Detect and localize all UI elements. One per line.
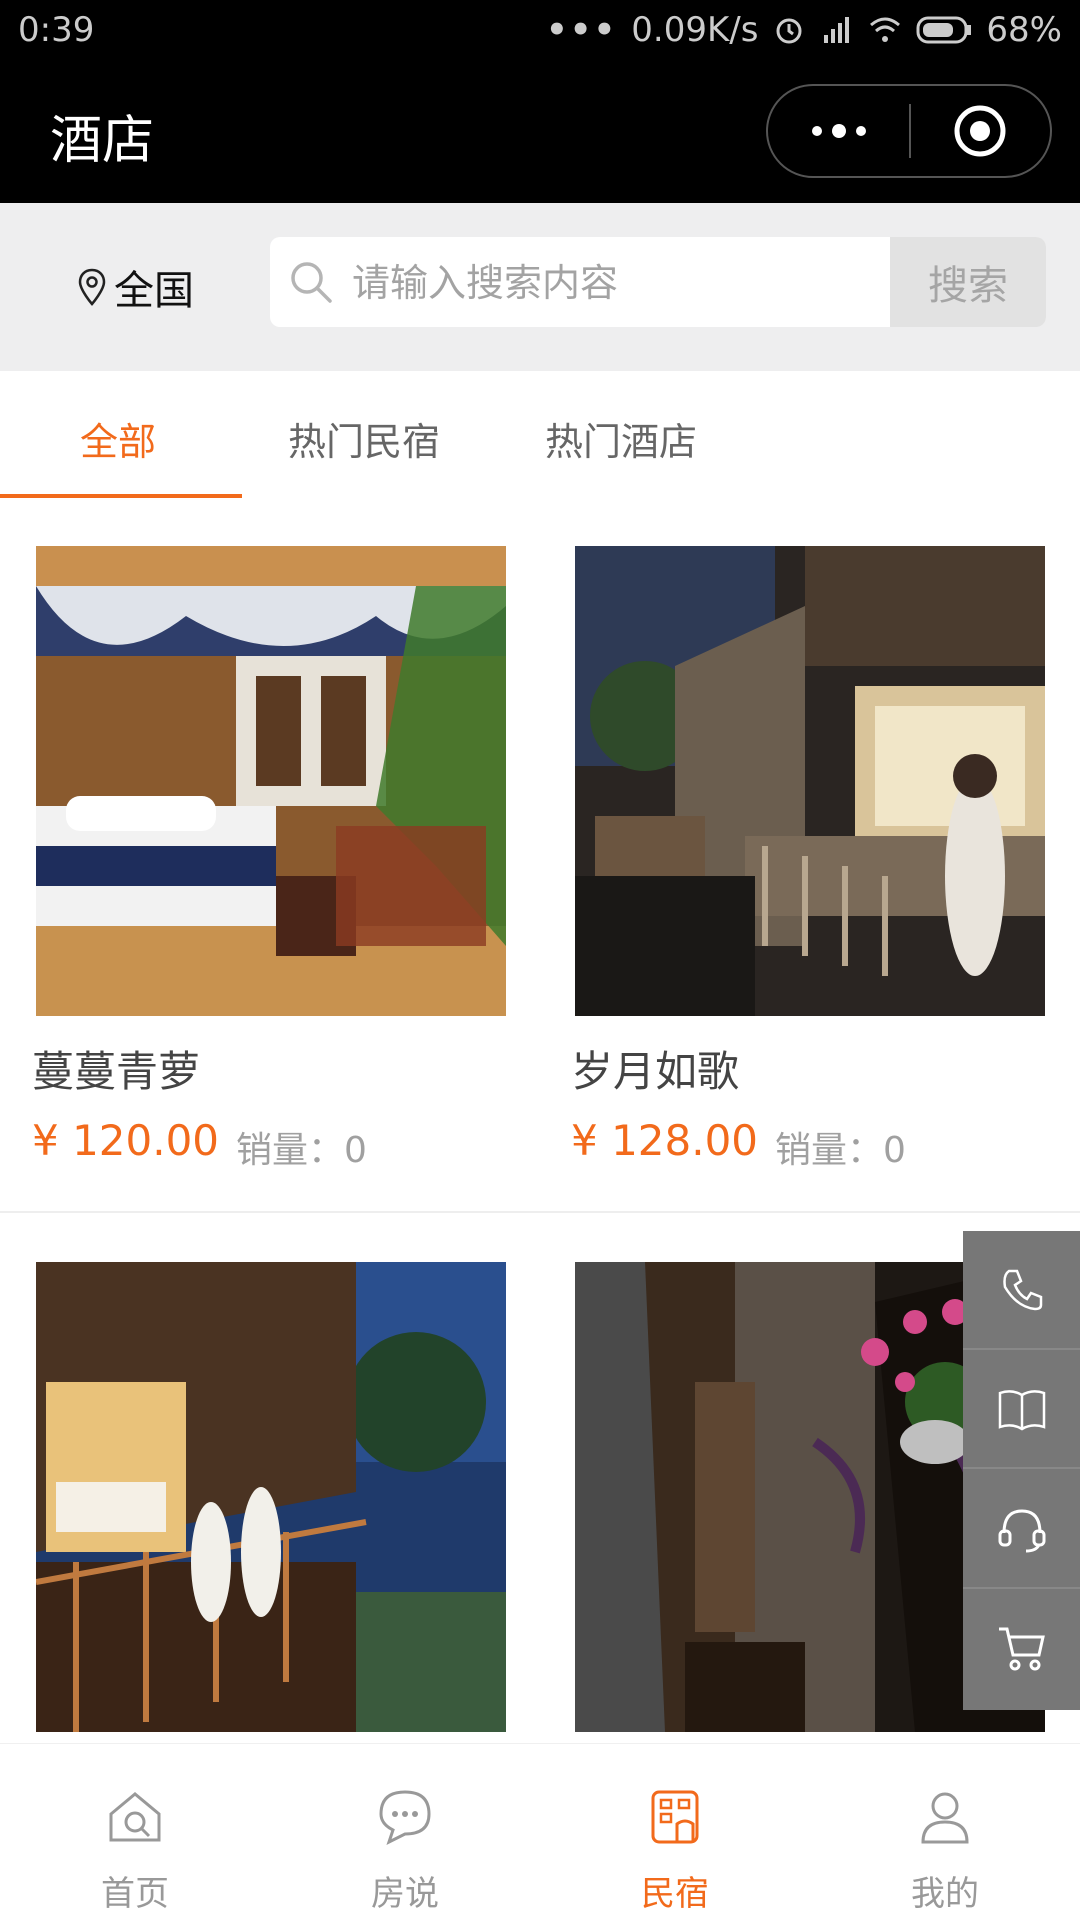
nav-profile-label: 我的 xyxy=(911,1874,979,1914)
search-button[interactable]: 搜索 xyxy=(890,237,1046,327)
product-card[interactable] xyxy=(35,1262,506,1736)
nav-discuss[interactable]: 房说 xyxy=(270,1744,540,1921)
category-tabs: 全部 热门民宿 热门酒店 xyxy=(0,371,1080,499)
phone-button[interactable] xyxy=(963,1231,1080,1350)
status-dots: ••• xyxy=(546,10,618,50)
phone-icon xyxy=(1002,1269,1042,1310)
page-title: 酒店 xyxy=(50,111,155,171)
title-bar: 酒店 xyxy=(0,60,1080,203)
product-card[interactable]: 岁月如歌 ¥ 128.00 销量：0 xyxy=(571,546,1045,1171)
chat-icon xyxy=(379,1790,431,1845)
product-photo-canal-night xyxy=(575,546,1045,1016)
cart-icon xyxy=(998,1627,1045,1670)
tab-hot-homestays[interactable]: 热门民宿 xyxy=(288,411,440,466)
nav-homestay-label: 民宿 xyxy=(641,1874,709,1914)
hotel-icon xyxy=(651,1790,699,1844)
network-speed: 0.09K/s xyxy=(631,10,759,50)
battery-icon xyxy=(916,16,972,44)
row-divider xyxy=(0,1211,1080,1213)
location-selector[interactable]: 全国 xyxy=(78,258,194,316)
tab-all[interactable]: 全部 xyxy=(80,411,156,466)
signal-icon xyxy=(824,17,850,43)
more-button[interactable] xyxy=(768,86,909,176)
bottom-nav: 首页 房说 民宿 我的 xyxy=(0,1743,1080,1921)
cart-button[interactable] xyxy=(963,1589,1080,1706)
active-tab-indicator xyxy=(0,494,242,498)
product-photo-bedroom xyxy=(36,546,506,1016)
product-sales: 销量：0 xyxy=(236,1130,367,1171)
product-photo-balcony xyxy=(35,1262,506,1732)
home-icon xyxy=(109,1792,161,1842)
more-dots-icon xyxy=(811,124,866,138)
nav-profile[interactable]: 我的 xyxy=(810,1744,1080,1921)
target-icon xyxy=(954,105,1006,157)
location-label: 全国 xyxy=(114,268,194,314)
nav-homestay[interactable]: 民宿 xyxy=(540,1744,810,1921)
customer-service-button[interactable] xyxy=(963,1470,1080,1589)
headset-icon xyxy=(998,1508,1045,1552)
user-icon xyxy=(921,1792,969,1844)
tab-hot-hotels[interactable]: 热门酒店 xyxy=(545,411,697,466)
nav-home[interactable]: 首页 xyxy=(0,1744,270,1921)
close-miniprogram-button[interactable] xyxy=(911,86,1050,176)
battery-level: 68% xyxy=(986,10,1062,50)
product-sales: 销量：0 xyxy=(775,1130,906,1171)
floating-sidebar xyxy=(963,1231,1080,1710)
product-card[interactable]: 蔓蔓青萝 ¥ 120.00 销量：0 xyxy=(32,546,506,1171)
status-bar: 0:39 ••• 0.09K/s 68% xyxy=(0,0,1080,60)
product-price: ¥ 120.00 xyxy=(32,1116,220,1165)
status-time: 0:39 xyxy=(18,10,95,50)
product-price: ¥ 128.00 xyxy=(571,1116,759,1165)
search-input[interactable] xyxy=(350,237,914,327)
nav-home-label: 首页 xyxy=(101,1874,169,1914)
guide-button[interactable] xyxy=(963,1350,1080,1469)
product-name: 岁月如歌 xyxy=(571,1047,740,1096)
wifi-icon xyxy=(870,17,901,42)
miniprogram-capsule xyxy=(766,84,1052,178)
status-indicators: ••• 0.09K/s 68% xyxy=(546,10,1062,50)
book-icon xyxy=(998,1389,1045,1430)
search-box: 搜索 xyxy=(270,237,1046,327)
alarm-icon xyxy=(776,18,802,44)
location-pin-icon xyxy=(78,268,106,306)
nav-discuss-label: 房说 xyxy=(371,1874,439,1914)
product-name: 蔓蔓青萝 xyxy=(32,1047,201,1096)
search-icon xyxy=(291,262,332,303)
search-area: 全国 搜索 xyxy=(0,203,1080,371)
